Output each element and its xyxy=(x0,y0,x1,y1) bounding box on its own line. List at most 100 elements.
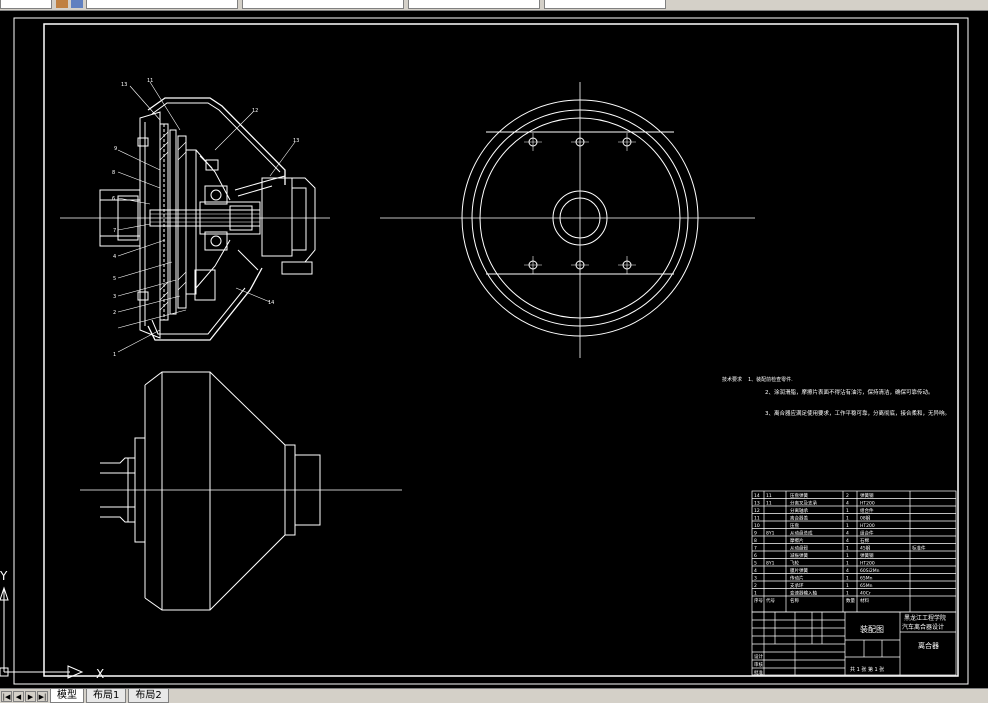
table-cell: 膜片弹簧 xyxy=(790,567,808,574)
clutch-front-view xyxy=(380,82,755,358)
table-remark: 标准件 xyxy=(912,545,926,552)
clutch-outside-view xyxy=(80,371,402,611)
layer-dropdown[interactable] xyxy=(0,0,52,9)
table-cell: HT200 xyxy=(860,561,875,567)
inner-frame xyxy=(43,23,959,677)
table-cell: 4 xyxy=(846,501,849,507)
part-label: 7 xyxy=(113,228,116,234)
part-label: 1 xyxy=(113,352,116,358)
table-cell: 60Si2Mn xyxy=(860,568,880,574)
table-cell: 11 xyxy=(766,501,772,507)
drawing-canvas[interactable]: 13 11 12 13 9 8 6 7 4 5 3 2 1 14 技术要求 1、… xyxy=(0,11,988,688)
table-cell: 8Y1 xyxy=(766,561,775,567)
tech-req-item-1: 1、装配前检查零件. xyxy=(748,376,793,383)
table-cell: 减振弹簧 xyxy=(790,552,808,559)
table-cell: HT200 xyxy=(860,523,875,529)
table-cell: 飞轮 xyxy=(790,560,799,567)
table-cell: 6 xyxy=(754,553,757,559)
title-row-approve: 批准 xyxy=(754,669,763,676)
table-cell: 1 xyxy=(846,576,849,582)
table-cell: 压盘弹簧 xyxy=(790,492,808,499)
table-cell: 65Mn xyxy=(860,583,873,589)
table-cell: 分离叉及支承 xyxy=(790,500,817,507)
plotstyle-dropdown[interactable] xyxy=(544,0,666,9)
table-cell: 压盘 xyxy=(790,522,799,529)
lineweight-dropdown[interactable] xyxy=(408,0,540,9)
parts-table-text: 14 11 压盘弹簧 2 弹簧钢13 11 分离叉及支承 4 HT20012 分离轴承 1 组合件11… xyxy=(754,492,926,604)
part-name: 离合器 xyxy=(918,641,939,650)
table-cell: 4 xyxy=(846,538,849,544)
table-header-cell: 代号 xyxy=(766,597,775,604)
table-cell: 2 xyxy=(846,493,849,499)
table-cell: 传动片 xyxy=(790,575,804,582)
table-cell: 弹簧钢 xyxy=(860,492,874,499)
table-cell: 5 xyxy=(754,561,757,567)
last-tab-button[interactable]: ▶| xyxy=(37,690,48,702)
table-cell: 11 xyxy=(766,493,772,499)
table-cell: 1 xyxy=(846,591,849,597)
table-header-cell: 数量 xyxy=(846,597,855,604)
table-cell: 从动盘毂 xyxy=(790,545,808,552)
table-cell: 支承环 xyxy=(790,582,804,589)
tab-model[interactable]: 模型 xyxy=(50,689,84,703)
tab-layout1[interactable]: 布局1 xyxy=(86,689,127,703)
part-label: 4 xyxy=(113,254,116,260)
tech-req-title: 技术要求 xyxy=(722,376,742,383)
table-cell: 1 xyxy=(846,546,849,552)
part-label: 2 xyxy=(113,310,116,316)
part-label: 5 xyxy=(113,276,116,282)
table-cell: 12 xyxy=(754,508,760,514)
first-tab-button[interactable]: |◀ xyxy=(1,690,12,702)
layer-icon[interactable] xyxy=(56,0,68,8)
color-dropdown[interactable] xyxy=(86,0,238,9)
table-cell: 08钢 xyxy=(860,515,871,522)
table-cell: 65Mn xyxy=(860,576,873,582)
table-cell: 石棉 xyxy=(860,537,869,544)
table-cell: 1 xyxy=(846,516,849,522)
prev-tab-button[interactable]: ◀ xyxy=(13,690,24,702)
table-cell: 1 xyxy=(846,523,849,529)
table-cell: 1 xyxy=(846,583,849,589)
tech-requirements: 技术要求 1、装配前检查零件. 2、涂润滑脂，摩擦片表面不得沾有油污，保持清洁，… xyxy=(722,376,950,417)
table-cell: 摩擦片 xyxy=(790,537,804,544)
table-cell: 1 xyxy=(846,508,849,514)
title-block-text: 黑龙江工程学院 汽车离合器设计 离合器 装配图 共 1 张 第 1 张 设计 审… xyxy=(754,614,946,676)
drawing-name: 汽车离合器设计 xyxy=(902,623,944,631)
table-header-cell: 材料 xyxy=(860,597,869,604)
part-label: 3 xyxy=(113,294,116,300)
parts-table xyxy=(751,490,957,613)
clutch-section-view: 13 11 12 13 9 8 6 7 4 5 3 2 1 14 xyxy=(60,78,330,358)
table-cell: 8 xyxy=(754,538,757,544)
part-label: 14 xyxy=(268,300,274,306)
table-cell: 1 xyxy=(846,561,849,567)
part-label: 9 xyxy=(114,146,117,152)
part-label: 13 xyxy=(121,82,127,88)
layout-tab-bar: |◀ ◀ ▶ ▶| 模型 布局1 布局2 xyxy=(0,688,988,703)
top-toolbar xyxy=(0,0,988,11)
table-cell: 分离轴承 xyxy=(790,507,808,514)
table-cell: 10 xyxy=(754,523,760,529)
table-cell: 11 xyxy=(754,516,760,522)
layer-state-icon[interactable] xyxy=(71,0,83,8)
school-name: 黑龙江工程学院 xyxy=(904,614,946,622)
table-cell: 4 xyxy=(754,568,757,574)
table-cell: 变速器输入轴 xyxy=(790,590,817,597)
table-cell: 组合件 xyxy=(860,507,874,514)
ucs-labels: Y X xyxy=(0,569,104,681)
part-label: 11 xyxy=(147,78,153,84)
part-label: 6 xyxy=(112,196,115,202)
table-cell: 1 xyxy=(754,591,757,597)
linetype-dropdown[interactable] xyxy=(242,0,404,9)
part-label: 8 xyxy=(112,170,115,176)
table-cell: 4 xyxy=(846,568,849,574)
table-cell: HT200 xyxy=(860,501,875,507)
table-header-cell: 序号 xyxy=(754,597,763,604)
tab-layout2[interactable]: 布局2 xyxy=(128,689,169,703)
title-row-design: 设计 xyxy=(754,653,763,660)
ucs-y-label: Y xyxy=(0,569,8,583)
title-row-review: 审核 xyxy=(754,661,763,668)
next-tab-button[interactable]: ▶ xyxy=(25,690,36,702)
ucs-x-label: X xyxy=(96,667,104,681)
table-cell: 弹簧钢 xyxy=(860,552,874,559)
table-cell: 4 xyxy=(846,531,849,537)
